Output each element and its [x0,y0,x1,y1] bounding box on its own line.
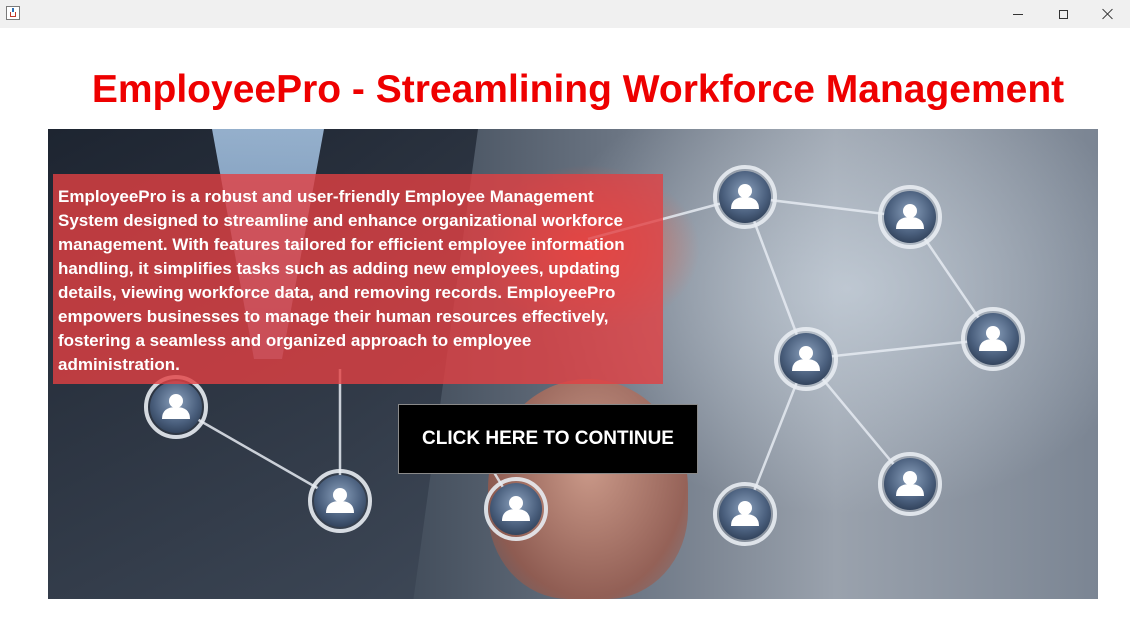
close-icon [1102,8,1114,20]
window-titlebar [0,0,1130,28]
continue-button[interactable]: CLICK HERE TO CONTINUE [398,404,698,474]
network-user-node [713,482,777,546]
close-button[interactable] [1085,0,1130,28]
page-title: EmployeePro - Streamlining Workforce Man… [91,68,1065,111]
network-user-node [713,165,777,229]
description-text: EmployeePro is a robust and user-friendl… [58,187,625,374]
maximize-icon [1058,9,1068,19]
maximize-button[interactable] [1040,0,1086,28]
description-panel: EmployeePro is a robust and user-friendl… [53,174,663,384]
minimize-icon [1013,13,1023,15]
minimize-button[interactable] [995,0,1041,28]
network-user-node [878,452,942,516]
network-user-node [774,327,838,391]
network-user-node [961,307,1025,371]
network-user-node [308,469,372,533]
network-user-node [484,477,548,541]
hero-image: EmployeePro is a robust and user-friendl… [48,129,1098,599]
network-user-node [878,185,942,249]
network-user-node [144,375,208,439]
java-cup-icon [6,6,20,20]
